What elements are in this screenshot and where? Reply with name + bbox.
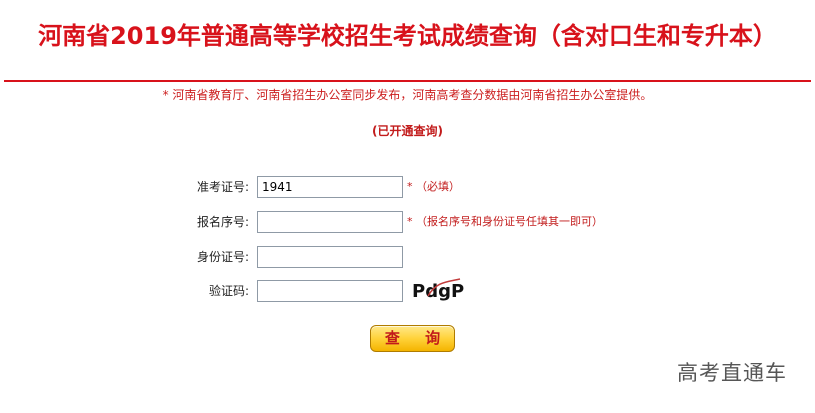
id-number-label: 身份证号: bbox=[196, 250, 249, 264]
query-status: (已开通查询) bbox=[372, 124, 443, 138]
id-number-row: 身份证号: bbox=[0, 246, 815, 268]
captcha-input[interactable] bbox=[257, 280, 403, 302]
title-divider bbox=[4, 80, 811, 82]
search-button[interactable]: 查 询 bbox=[370, 325, 455, 352]
captcha-text: PdgP bbox=[412, 281, 464, 302]
id-number-input[interactable] bbox=[257, 246, 403, 268]
registration-number-row: 报名序号: * （报名序号和身份证号任填其一即可） bbox=[0, 211, 815, 233]
exam-number-hint: * （必填） bbox=[407, 180, 460, 193]
captcha-image[interactable]: PdgP bbox=[410, 276, 466, 304]
data-source-notice: * 河南省教育厅、河南省招生办公室同步发布，河南高考查分数据由河南省招生办公室提… bbox=[162, 88, 653, 102]
exam-number-input[interactable] bbox=[257, 176, 403, 198]
registration-number-input[interactable] bbox=[257, 211, 403, 233]
exam-number-row: 准考证号: * （必填） bbox=[0, 176, 815, 198]
captcha-row: 验证码: PdgP bbox=[0, 276, 815, 304]
registration-number-label: 报名序号: bbox=[196, 215, 249, 229]
page-title: 河南省2019年普通高等学校招生考试成绩查询（含对口生和专升本） bbox=[38, 22, 777, 50]
watermark: 高考直通车 bbox=[677, 361, 787, 385]
exam-number-label: 准考证号: bbox=[196, 180, 249, 194]
registration-number-hint: * （报名序号和身份证号任填其一即可） bbox=[407, 215, 603, 228]
captcha-label: 验证码: bbox=[208, 284, 249, 298]
